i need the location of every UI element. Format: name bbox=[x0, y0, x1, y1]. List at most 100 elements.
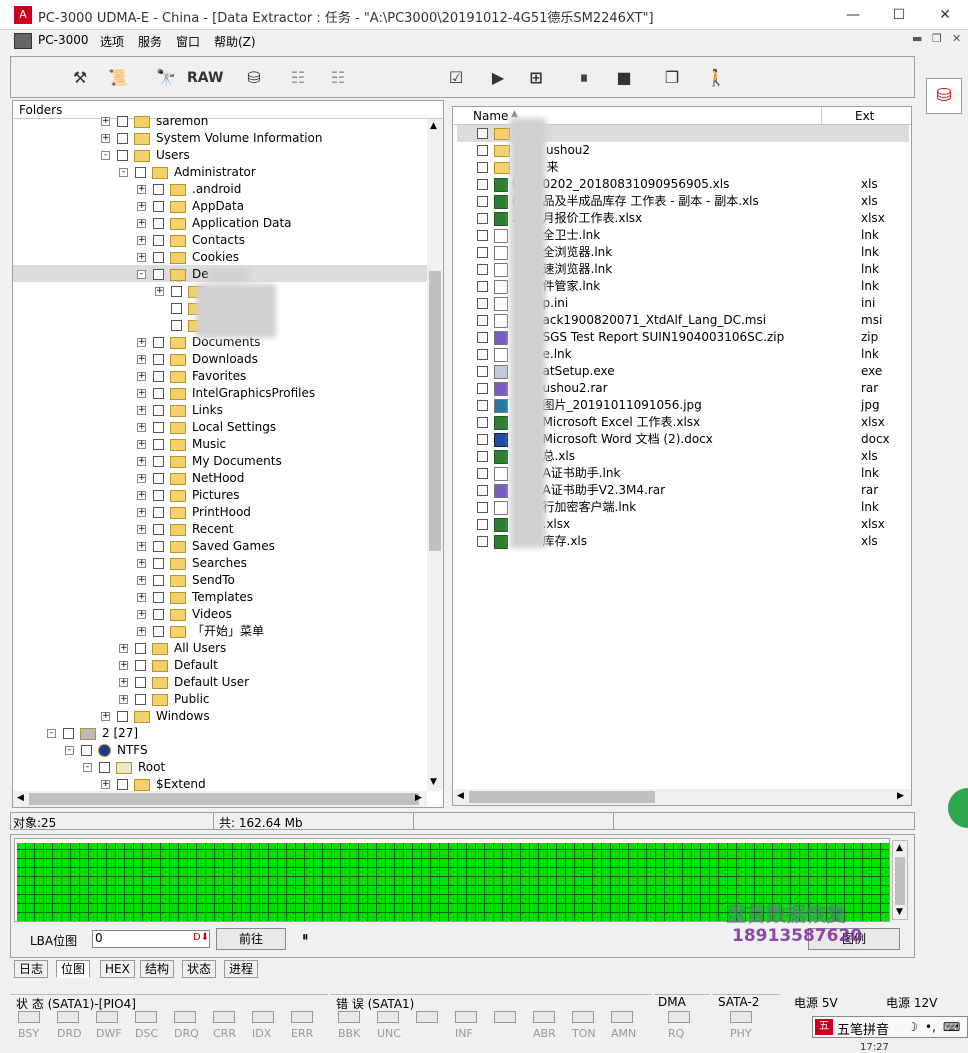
checkbox[interactable] bbox=[171, 320, 182, 331]
tree-item[interactable]: + Application Data bbox=[137, 215, 292, 232]
expand-icon[interactable]: + bbox=[137, 457, 146, 466]
scroll-icon[interactable]: 📜 bbox=[103, 63, 133, 93]
checkbox[interactable] bbox=[477, 196, 488, 207]
scroll-left-icon[interactable]: ◀ bbox=[17, 793, 24, 803]
tree-item[interactable]: + Cookies bbox=[137, 249, 239, 266]
checkbox[interactable] bbox=[135, 694, 146, 705]
expand-icon[interactable]: + bbox=[137, 219, 146, 228]
tree-item[interactable]: + AppData bbox=[137, 198, 244, 215]
checkbox[interactable] bbox=[477, 145, 488, 156]
tree-item[interactable]: + Downloads bbox=[137, 351, 258, 368]
expand-icon[interactable]: + bbox=[137, 389, 146, 398]
checkbox[interactable] bbox=[117, 133, 128, 144]
pause-icon[interactable]: ⏸ bbox=[569, 63, 599, 93]
app-icon[interactable]: A bbox=[14, 6, 32, 24]
expand-icon[interactable]: + bbox=[137, 576, 146, 585]
tree-item[interactable]: + Favorites bbox=[137, 368, 246, 385]
side-badge[interactable] bbox=[948, 788, 968, 828]
files-hscrollbar[interactable]: ◀ ▶ bbox=[453, 789, 911, 805]
network-icon[interactable]: ⊞ bbox=[521, 63, 551, 93]
checkbox[interactable] bbox=[153, 507, 164, 518]
collapse-icon[interactable]: - bbox=[119, 168, 128, 177]
moon-icon[interactable]: ☽ bbox=[907, 1020, 918, 1034]
expand-icon[interactable]: + bbox=[137, 610, 146, 619]
files-hscroll-thumb[interactable] bbox=[469, 791, 655, 803]
map-vscroll-thumb[interactable] bbox=[895, 857, 905, 905]
expand-icon[interactable]: + bbox=[137, 508, 146, 517]
checkbox[interactable] bbox=[153, 592, 164, 603]
checkbox[interactable] bbox=[153, 575, 164, 586]
tree-item[interactable]: + SendTo bbox=[137, 572, 235, 589]
disk-save-icon[interactable]: ⛁ bbox=[239, 63, 269, 93]
checkbox[interactable] bbox=[171, 286, 182, 297]
expand-icon[interactable]: + bbox=[137, 338, 146, 347]
checkbox[interactable] bbox=[477, 451, 488, 462]
tree-item[interactable]: - NTFS bbox=[65, 742, 148, 759]
tab-structure[interactable]: 结构 bbox=[140, 960, 175, 978]
expand-icon[interactable]: + bbox=[137, 559, 146, 568]
tree-item[interactable]: + Links bbox=[137, 402, 223, 419]
scroll-right-icon[interactable]: ▶ bbox=[415, 793, 422, 803]
collapse-icon[interactable]: - bbox=[83, 763, 92, 772]
menu-pc3000[interactable]: PC-3000 bbox=[38, 33, 88, 47]
checkbox[interactable] bbox=[477, 349, 488, 360]
checkbox[interactable] bbox=[135, 167, 146, 178]
scroll-left-icon[interactable]: ◀ bbox=[457, 791, 464, 801]
tree-item[interactable]: + saremon bbox=[101, 113, 208, 130]
tree-item[interactable]: + Pictures bbox=[137, 487, 240, 504]
checkbox[interactable] bbox=[153, 456, 164, 467]
expand-icon[interactable]: + bbox=[137, 185, 146, 194]
checkbox[interactable] bbox=[477, 213, 488, 224]
minimize-button[interactable]: — bbox=[830, 2, 876, 28]
tree-hscroll-thumb[interactable] bbox=[29, 793, 419, 805]
checkbox[interactable] bbox=[153, 626, 164, 637]
checkbox[interactable] bbox=[153, 541, 164, 552]
collapse-icon[interactable]: - bbox=[101, 151, 110, 160]
expand-icon[interactable]: + bbox=[137, 474, 146, 483]
expand-icon[interactable]: + bbox=[137, 593, 146, 602]
scroll-up-icon[interactable]: ▲ bbox=[896, 843, 903, 853]
checkbox[interactable] bbox=[153, 252, 164, 263]
checkbox[interactable] bbox=[477, 230, 488, 241]
checkbox[interactable] bbox=[153, 337, 164, 348]
expand-icon[interactable]: + bbox=[137, 253, 146, 262]
checkbox[interactable] bbox=[477, 502, 488, 513]
expand-icon[interactable]: + bbox=[137, 355, 146, 364]
menu-window[interactable]: 窗口 bbox=[176, 33, 200, 50]
tree-item[interactable]: - De bbox=[137, 266, 209, 283]
scroll-right-icon[interactable]: ▶ bbox=[897, 791, 904, 801]
tree-item[interactable]: + Searches bbox=[137, 555, 247, 572]
checkbox[interactable] bbox=[477, 434, 488, 445]
tree-item[interactable]: + Default User bbox=[119, 674, 249, 691]
raw-button[interactable]: RAW bbox=[187, 63, 223, 93]
stop-icon[interactable]: ■ bbox=[609, 63, 639, 93]
checkbox[interactable] bbox=[477, 264, 488, 275]
tree-item[interactable]: + 「开始」菜单 bbox=[137, 623, 264, 640]
expand-icon[interactable]: + bbox=[137, 406, 146, 415]
map-pause-button[interactable]: ⏸ bbox=[302, 930, 309, 945]
tree-item[interactable]: + Saved Games bbox=[137, 538, 275, 555]
checkbox[interactable] bbox=[117, 711, 128, 722]
checkbox[interactable] bbox=[117, 779, 128, 790]
tab-status[interactable]: 状态 bbox=[182, 960, 217, 978]
map-vscrollbar[interactable]: ▲ ▼ bbox=[892, 840, 908, 920]
expand-icon[interactable]: + bbox=[119, 644, 128, 653]
menu-help[interactable]: 帮助(Z) bbox=[214, 33, 256, 50]
expand-icon[interactable]: + bbox=[119, 661, 128, 670]
checkbox[interactable] bbox=[99, 762, 110, 773]
collapse-icon[interactable]: - bbox=[65, 746, 74, 755]
expand-icon[interactable]: + bbox=[137, 627, 146, 636]
expand-icon[interactable]: + bbox=[101, 780, 110, 789]
ime-bar[interactable]: 五 五笔拼音 ☽ •, ⌨ bbox=[812, 1016, 968, 1038]
expand-icon[interactable]: + bbox=[119, 678, 128, 687]
tree-hscrollbar[interactable]: ◀ ▶ bbox=[13, 791, 427, 807]
checkbox[interactable] bbox=[63, 728, 74, 739]
checkbox[interactable] bbox=[153, 609, 164, 620]
menu-service[interactable]: 服务 bbox=[138, 33, 162, 50]
checkbox[interactable] bbox=[153, 422, 164, 433]
expand-icon[interactable]: + bbox=[101, 712, 110, 721]
expand-icon[interactable]: + bbox=[101, 134, 110, 143]
checkbox[interactable] bbox=[153, 184, 164, 195]
windows-icon[interactable]: ❐ bbox=[657, 63, 687, 93]
expand-icon[interactable]: + bbox=[155, 287, 164, 296]
